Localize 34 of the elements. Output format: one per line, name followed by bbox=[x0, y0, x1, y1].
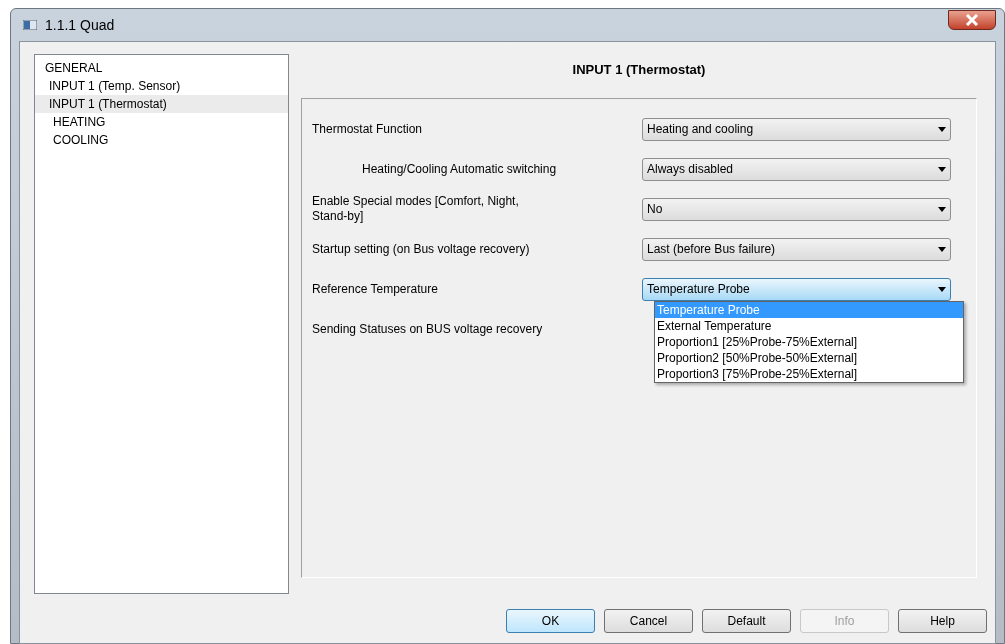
parameter-label: Reference Temperature bbox=[312, 281, 439, 297]
dialog-button[interactable]: Help bbox=[898, 609, 987, 633]
panel-title: INPUT 1 (Thermostat) bbox=[571, 61, 707, 79]
caret-icon bbox=[938, 246, 946, 252]
dropdown[interactable]: Temperature Probe bbox=[642, 277, 951, 301]
dialog-button[interactable]: Cancel bbox=[604, 609, 693, 633]
parameter-label: Sending Statuses on BUS voltage recovery bbox=[312, 321, 544, 337]
dropdown[interactable]: Always disabled bbox=[642, 157, 951, 181]
tree-item[interactable]: HEATING bbox=[35, 113, 288, 131]
dropdown[interactable]: Heating and cooling bbox=[642, 117, 951, 141]
dropdown-option[interactable]: Proportion3 [75%Probe-25%External] bbox=[655, 366, 963, 382]
dropdown[interactable]: Last (before Bus failure) bbox=[642, 237, 951, 261]
parameter-label: Enable Special modes [Comfort, Night, Stand-by] bbox=[312, 194, 520, 224]
caret-icon bbox=[938, 126, 946, 132]
close-button[interactable] bbox=[948, 10, 996, 30]
tree-item[interactable]: GENERAL bbox=[35, 59, 288, 77]
close-icon bbox=[965, 14, 979, 26]
caret-icon bbox=[938, 166, 946, 172]
tree-item[interactable]: INPUT 1 (Temp. Sensor) bbox=[35, 77, 288, 95]
caret-icon bbox=[938, 206, 946, 212]
dialog-button[interactable]: Default bbox=[702, 609, 791, 633]
dropdown[interactable]: No bbox=[642, 197, 951, 221]
dropdown-option[interactable]: External Temperature bbox=[655, 318, 963, 334]
parameter-label: Heating/Cooling Automatic switching bbox=[361, 161, 558, 177]
parameter-label: Startup setting (on Bus voltage recovery) bbox=[312, 241, 531, 257]
dropdown-option[interactable]: Proportion2 [50%Probe-50%External] bbox=[655, 350, 963, 366]
dialog-button[interactable]: OK bbox=[506, 609, 595, 633]
tree-item[interactable]: INPUT 1 (Thermostat) bbox=[35, 95, 288, 113]
tree-item[interactable]: COOLING bbox=[35, 131, 288, 149]
parameter-label: Thermostat Function bbox=[312, 121, 424, 137]
dropdown-option[interactable]: Proportion1 [25%Probe-75%External] bbox=[655, 334, 963, 350]
window-icon bbox=[23, 20, 37, 30]
caret-icon bbox=[938, 286, 946, 292]
window-title: 1.1.1 Quad bbox=[45, 15, 115, 35]
